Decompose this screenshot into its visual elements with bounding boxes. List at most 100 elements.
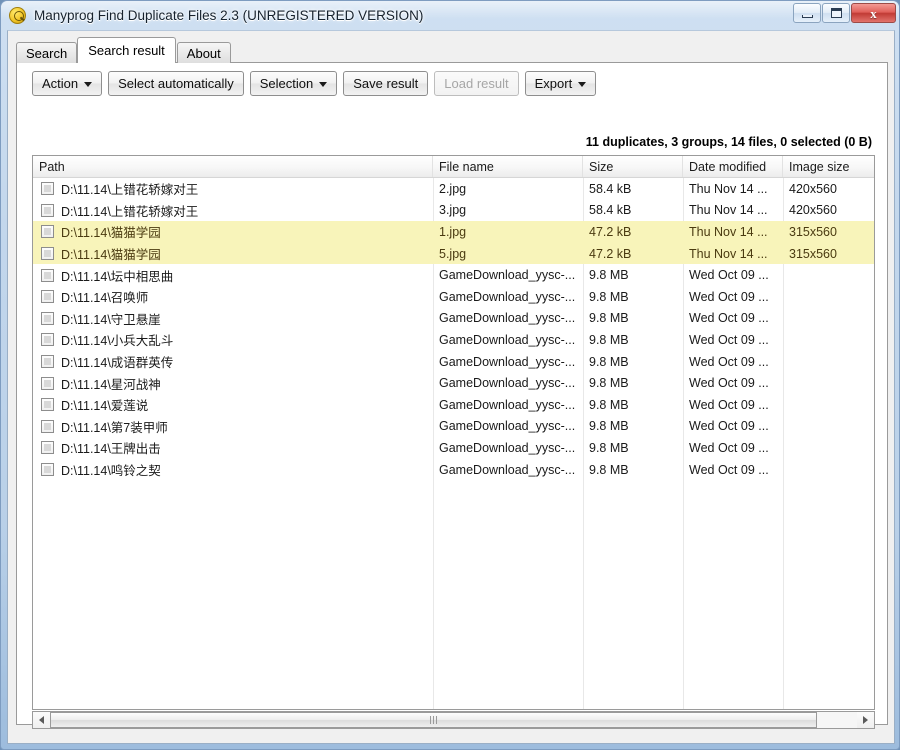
cell-size: 58.4 kB — [583, 200, 683, 222]
cell-path: D:\11.14\上错花轿嫁对王 — [33, 178, 433, 200]
row-checkbox[interactable] — [41, 204, 54, 217]
cell-size: 9.8 MB — [583, 329, 683, 351]
cell-size: 9.8 MB — [583, 308, 683, 330]
table-row[interactable]: D:\11.14\鸣铃之契GameDownload_yysc-...9.8 MB… — [33, 459, 874, 481]
cell-path: D:\11.14\爱莲说 — [33, 394, 433, 416]
column-header-date-modified[interactable]: Date modified — [683, 156, 783, 177]
cell-file-name: GameDownload_yysc-... — [433, 264, 583, 286]
cell-file-name: GameDownload_yysc-... — [433, 416, 583, 438]
row-checkbox[interactable] — [41, 377, 54, 390]
table-row[interactable]: D:\11.14\星河战神GameDownload_yysc-...9.8 MB… — [33, 372, 874, 394]
cell-path: D:\11.14\上错花轿嫁对王 — [33, 200, 433, 222]
cell-path: D:\11.14\猫猫学园 — [33, 221, 433, 243]
table-row[interactable]: D:\11.14\猫猫学园1.jpg47.2 kBThu Nov 14 ...3… — [33, 221, 874, 243]
cell-date-modified: Wed Oct 09 ... — [683, 264, 783, 286]
row-checkbox[interactable] — [41, 398, 54, 411]
magnifier-icon — [9, 7, 26, 24]
row-checkbox[interactable] — [41, 225, 54, 238]
cell-path: D:\11.14\鸣铃之契 — [33, 459, 433, 481]
row-checkbox[interactable] — [41, 463, 54, 476]
cell-date-modified: Thu Nov 14 ... — [683, 221, 783, 243]
cell-path-label: D:\11.14\成语群英传 — [61, 352, 173, 371]
chevron-down-icon — [319, 82, 327, 87]
select-automatically-button[interactable]: Select automatically — [108, 71, 244, 96]
table-row[interactable]: D:\11.14\第7装甲师GameDownload_yysc-...9.8 M… — [33, 416, 874, 438]
table-row[interactable]: D:\11.14\坛中相思曲GameDownload_yysc-...9.8 M… — [33, 264, 874, 286]
cell-path: D:\11.14\星河战神 — [33, 372, 433, 394]
cell-date-modified: Wed Oct 09 ... — [683, 394, 783, 416]
table-row[interactable]: D:\11.14\守卫悬崖GameDownload_yysc-...9.8 MB… — [33, 308, 874, 330]
minimize-button[interactable] — [793, 3, 821, 23]
cell-image-size: 315x560 — [783, 243, 874, 265]
cell-image-size: 315x560 — [783, 221, 874, 243]
horizontal-scrollbar[interactable] — [32, 711, 875, 729]
horizontal-scroll-thumb[interactable] — [50, 712, 817, 728]
cell-file-name: GameDownload_yysc-... — [433, 351, 583, 373]
cell-size: 9.8 MB — [583, 351, 683, 373]
column-header-image-size[interactable]: Image size — [783, 156, 874, 177]
result-summary: 11 duplicates, 3 groups, 14 files, 0 sel… — [586, 135, 872, 149]
table-row[interactable]: D:\11.14\猫猫学园5.jpg47.2 kBThu Nov 14 ...3… — [33, 243, 874, 265]
cell-image-size: 420x560 — [783, 200, 874, 222]
cell-path-label: D:\11.14\爱莲说 — [61, 395, 148, 414]
scrollbar-track[interactable] — [50, 712, 857, 728]
cell-file-name: GameDownload_yysc-... — [433, 459, 583, 481]
export-button[interactable]: Export — [525, 71, 597, 96]
table-row[interactable]: D:\11.14\上错花轿嫁对王2.jpg58.4 kBThu Nov 14 .… — [33, 178, 874, 200]
row-checkbox[interactable] — [41, 182, 54, 195]
tab-about[interactable]: About — [177, 42, 231, 63]
save-result-button[interactable]: Save result — [343, 71, 428, 96]
tab-search[interactable]: Search — [16, 42, 77, 63]
application-window: Manyprog Find Duplicate Files 2.3 (UNREG… — [0, 0, 900, 750]
row-checkbox[interactable] — [41, 290, 54, 303]
row-checkbox[interactable] — [41, 420, 54, 433]
column-header-size[interactable]: Size — [583, 156, 683, 177]
window-title: Manyprog Find Duplicate Files 2.3 (UNREG… — [34, 8, 423, 23]
row-checkbox[interactable] — [41, 441, 54, 454]
row-checkbox[interactable] — [41, 269, 54, 282]
selection-button[interactable]: Selection — [250, 71, 337, 96]
table-row[interactable]: D:\11.14\召唤师GameDownload_yysc-...9.8 MBW… — [33, 286, 874, 308]
row-checkbox[interactable] — [41, 355, 54, 368]
search-result-panel: Action Select automatically Selection Sa… — [16, 62, 888, 725]
table-row[interactable]: D:\11.14\爱莲说GameDownload_yysc-...9.8 MBW… — [33, 394, 874, 416]
scroll-right-button[interactable] — [857, 712, 874, 728]
cell-date-modified: Wed Oct 09 ... — [683, 416, 783, 438]
table-row[interactable]: D:\11.14\小兵大乱斗GameDownload_yysc-...9.8 M… — [33, 329, 874, 351]
column-header-path[interactable]: Path — [33, 156, 433, 177]
title-bar[interactable]: Manyprog Find Duplicate Files 2.3 (UNREG… — [1, 1, 900, 29]
cell-size: 9.8 MB — [583, 372, 683, 394]
tab-strip: Search Search result About — [16, 37, 232, 63]
cell-date-modified: Wed Oct 09 ... — [683, 308, 783, 330]
tab-search-result[interactable]: Search result — [77, 37, 176, 63]
cell-size: 58.4 kB — [583, 178, 683, 200]
cell-image-size: 420x560 — [783, 178, 874, 200]
cell-date-modified: Wed Oct 09 ... — [683, 329, 783, 351]
table-row[interactable]: D:\11.14\上错花轿嫁对王3.jpg58.4 kBThu Nov 14 .… — [33, 200, 874, 222]
close-icon: x — [870, 7, 877, 20]
cell-path-label: D:\11.14\猫猫学园 — [61, 244, 161, 263]
cell-date-modified: Thu Nov 14 ... — [683, 243, 783, 265]
maximize-icon — [831, 8, 842, 18]
cell-path: D:\11.14\王牌出击 — [33, 437, 433, 459]
cell-image-size — [783, 286, 874, 308]
action-button[interactable]: Action — [32, 71, 102, 96]
table-row[interactable]: D:\11.14\成语群英传 GameDownload_yysc-...9.8 M… — [33, 351, 874, 373]
table-row[interactable]: D:\11.14\王牌出击GameDownload_yysc-...9.8 MB… — [33, 437, 874, 459]
row-checkbox[interactable] — [41, 247, 54, 260]
close-button[interactable]: x — [851, 3, 896, 23]
cell-file-name: GameDownload_yysc-... — [433, 308, 583, 330]
row-checkbox[interactable] — [41, 333, 54, 346]
cell-file-name: GameDownload_yysc-... — [433, 372, 583, 394]
scroll-left-button[interactable] — [33, 712, 50, 728]
cell-path-label: D:\11.14\上错花轿嫁对王 — [61, 179, 198, 198]
cell-date-modified: Wed Oct 09 ... — [683, 351, 783, 373]
cell-size: 47.2 kB — [583, 221, 683, 243]
maximize-button[interactable] — [822, 3, 850, 23]
load-result-button: Load result — [434, 71, 518, 96]
cell-file-name: 3.jpg — [433, 200, 583, 222]
column-header-file-name[interactable]: File name — [433, 156, 583, 177]
cell-path-label: D:\11.14\第7装甲师 — [61, 417, 168, 436]
row-checkbox[interactable] — [41, 312, 54, 325]
cell-file-name: GameDownload_yysc-... — [433, 437, 583, 459]
